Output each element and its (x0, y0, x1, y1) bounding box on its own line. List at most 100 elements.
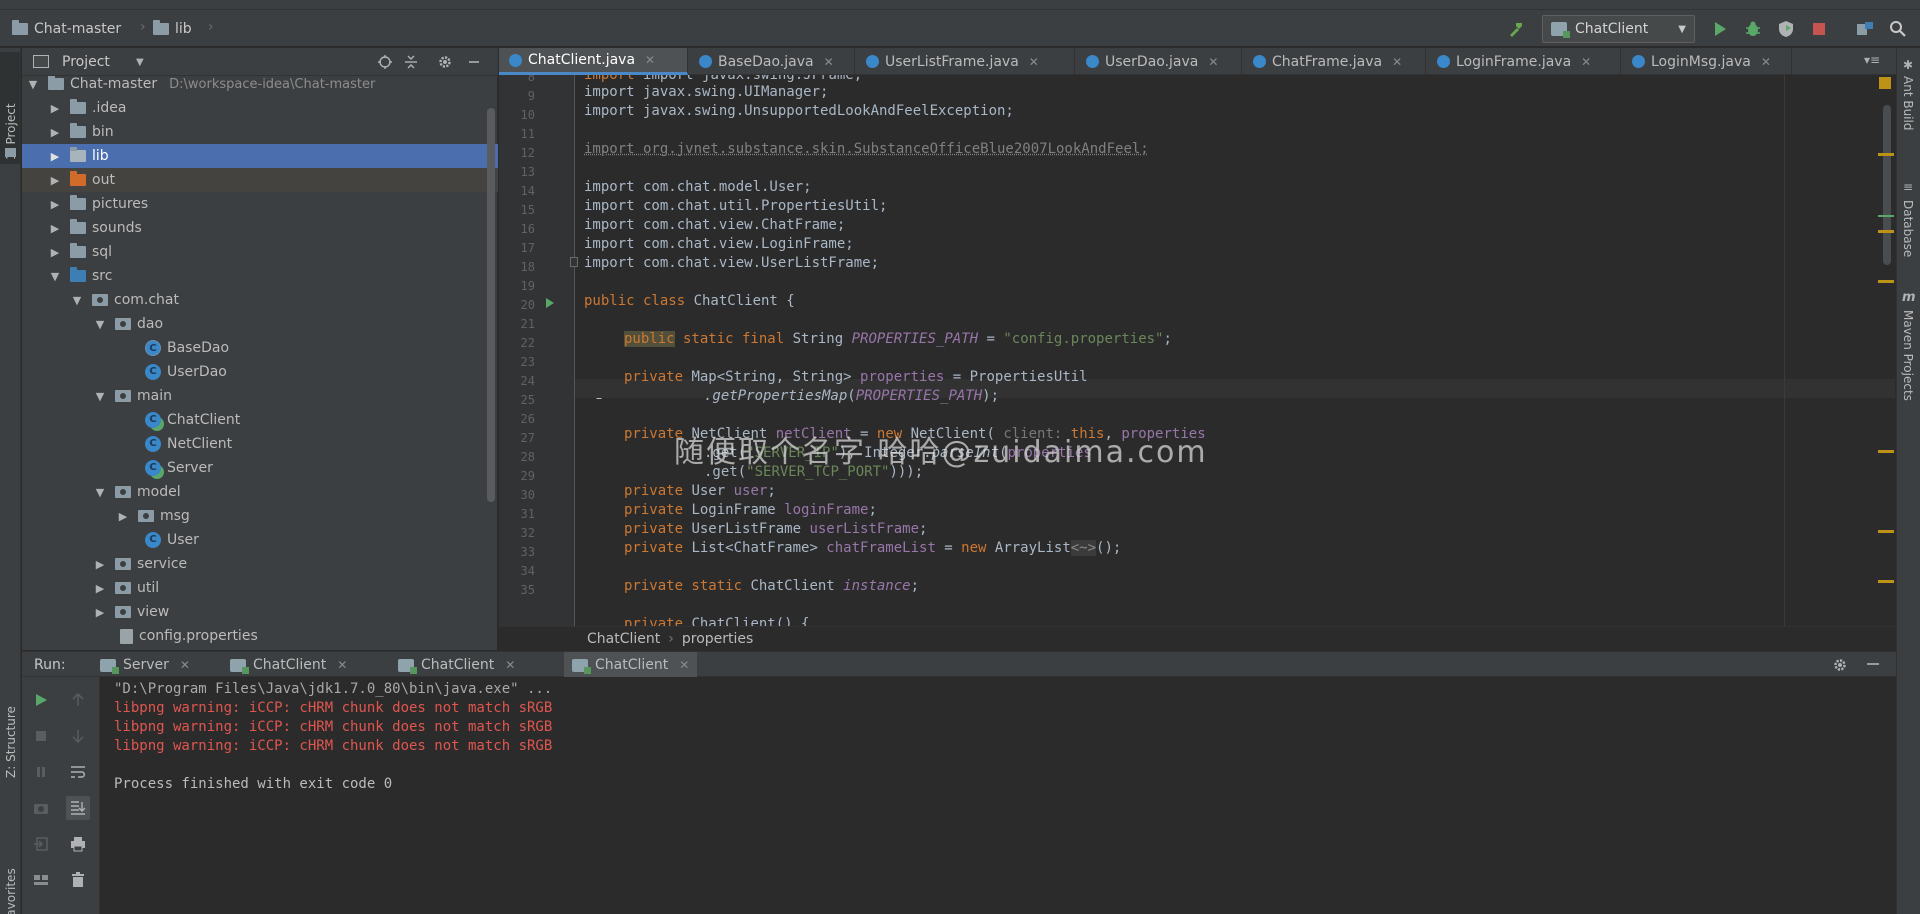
error-stripe-mark[interactable] (1878, 215, 1894, 217)
expanded-arrow-icon[interactable]: ▼ (93, 318, 107, 331)
close-icon[interactable]: ✕ (1029, 55, 1039, 69)
project-panel-title[interactable]: Project (62, 54, 110, 70)
close-icon[interactable]: ✕ (337, 658, 347, 672)
tab-chatclient-java[interactable]: ChatClient.java ✕ (499, 48, 688, 75)
error-stripe-mark[interactable] (1878, 230, 1894, 233)
tree-item-idea[interactable]: ▶ .idea (22, 96, 498, 120)
arrow-up-icon[interactable] (67, 689, 89, 711)
gear-icon[interactable] (1832, 657, 1848, 677)
error-stripe-mark[interactable] (1878, 280, 1894, 283)
tree-item-lib[interactable]: ▶ lib (22, 144, 498, 168)
tree-item-config-properties[interactable]: config.properties (22, 624, 498, 648)
collapse-all-icon[interactable] (402, 53, 420, 71)
run-tab-chatclient-1[interactable]: ChatClient ✕ (230, 652, 347, 678)
collapsed-arrow-icon[interactable]: ▶ (48, 102, 62, 115)
tree-item-basedao[interactable]: C BaseDao (22, 336, 498, 360)
ant-build-tool-label[interactable]: Ant Build (1901, 76, 1915, 130)
soft-wrap-icon[interactable] (67, 761, 89, 783)
search-icon[interactable] (1887, 18, 1909, 40)
tree-item-main[interactable]: ▼ main (22, 384, 498, 408)
scroll-to-end-icon[interactable] (66, 796, 90, 820)
tree-item-src[interactable]: ▼ src (22, 264, 498, 288)
collapsed-arrow-icon[interactable]: ▶ (93, 582, 107, 595)
pause-icon[interactable] (30, 761, 52, 783)
favorites-tool-label[interactable]: 2: Favorites (4, 868, 18, 914)
tree-item-userdao[interactable]: C UserDao (22, 360, 498, 384)
stop-icon[interactable] (1808, 18, 1830, 40)
tree-item-out[interactable]: ▶ out (22, 168, 498, 192)
breadcrumb-lib[interactable]: lib (153, 19, 192, 39)
error-stripe-mark[interactable] (1878, 580, 1894, 583)
run-tab-chatclient-2[interactable]: ChatClient ✕ (398, 652, 515, 678)
tree-scrollbar[interactable] (487, 108, 495, 502)
collapsed-arrow-icon[interactable]: ▶ (48, 198, 62, 211)
close-icon[interactable]: ✕ (824, 55, 834, 69)
gear-icon[interactable] (436, 53, 454, 71)
fold-marker-icon[interactable] (570, 257, 578, 267)
breadcrumb-member[interactable]: properties (682, 631, 753, 647)
collapsed-arrow-icon[interactable]: ▶ (48, 222, 62, 235)
tree-item-dao[interactable]: ▼ dao (22, 312, 498, 336)
tab-list-menu-icon[interactable]: ▾≡ (1864, 53, 1880, 67)
close-icon[interactable]: ✕ (1581, 55, 1591, 69)
close-icon[interactable]: ✕ (679, 658, 689, 672)
run-tab-chatclient-3[interactable]: ChatClient ✕ (564, 652, 697, 678)
chevron-down-icon[interactable]: ▼ (136, 57, 144, 68)
tree-item-user[interactable]: C User (22, 528, 498, 552)
breadcrumb-class[interactable]: ChatClient (587, 631, 660, 647)
tree-item-model[interactable]: ▼ model (22, 480, 498, 504)
camera-icon[interactable] (30, 797, 52, 819)
coverage-shield-icon[interactable] (1775, 18, 1797, 40)
tree-item-pictures[interactable]: ▶ pictures (22, 192, 498, 216)
collapsed-arrow-icon[interactable]: ▶ (93, 606, 107, 619)
layout-icon[interactable] (30, 869, 52, 891)
close-icon[interactable]: ✕ (1208, 55, 1218, 69)
run-gutter-icon[interactable] (545, 297, 555, 313)
run-icon[interactable] (1709, 18, 1731, 40)
breadcrumb-project[interactable]: Chat-master (12, 19, 121, 39)
trash-icon[interactable] (67, 869, 89, 891)
structure-tool-label[interactable]: Z: Structure (4, 706, 18, 778)
close-icon[interactable]: ✕ (1761, 55, 1771, 69)
tab-chatframe-java[interactable]: ChatFrame.java ✕ (1243, 48, 1426, 75)
maven-projects-tool-label[interactable]: Maven Projects (1901, 310, 1915, 401)
collapsed-arrow-icon[interactable]: ▶ (48, 246, 62, 259)
close-icon[interactable]: ✕ (645, 53, 655, 67)
tree-item-netclient[interactable]: C NetClient (22, 432, 498, 456)
print-icon[interactable] (67, 833, 89, 855)
tab-loginmsg-java[interactable]: LoginMsg.java ✕ (1622, 48, 1792, 75)
tree-item-msg[interactable]: ▶ msg (22, 504, 498, 528)
tree-item-sounds[interactable]: ▶ sounds (22, 216, 498, 240)
expanded-arrow-icon[interactable]: ▼ (70, 294, 84, 307)
close-icon[interactable]: ✕ (505, 658, 515, 672)
expanded-arrow-icon[interactable]: ▼ (93, 390, 107, 403)
tree-item-sql[interactable]: ▶ sql (22, 240, 498, 264)
database-tool-label[interactable]: Database (1901, 200, 1915, 257)
expanded-arrow-icon[interactable]: ▼ (93, 486, 107, 499)
login-icon[interactable] (30, 833, 52, 855)
tree-item-view[interactable]: ▶ view (22, 600, 498, 624)
close-icon[interactable]: ✕ (180, 658, 190, 672)
project-structure-icon[interactable] (1854, 18, 1876, 40)
minimize-icon[interactable] (465, 53, 483, 71)
build-hammer-icon[interactable] (1505, 18, 1527, 40)
locate-target-icon[interactable] (376, 53, 394, 71)
tab-basedao-java[interactable]: BaseDao.java ✕ (689, 48, 855, 75)
tree-item-service[interactable]: ▶ service (22, 552, 498, 576)
tree-item-util[interactable]: ▶ util (22, 576, 498, 600)
stop-icon[interactable] (30, 725, 52, 747)
tab-loginframe-java[interactable]: LoginFrame.java ✕ (1427, 48, 1621, 75)
run-configuration-select[interactable]: ChatClient ▼ (1542, 15, 1695, 43)
tree-item-chatclient[interactable]: C ChatClient (22, 408, 498, 432)
tree-item-server[interactable]: C Server (22, 456, 498, 480)
close-icon[interactable]: ✕ (1392, 55, 1402, 69)
tab-userdao-java[interactable]: UserDao.java ✕ (1076, 48, 1242, 75)
expanded-arrow-icon[interactable]: ▼ (26, 78, 40, 91)
collapsed-arrow-icon[interactable]: ▶ (93, 558, 107, 571)
tree-item-bin[interactable]: ▶ bin (22, 120, 498, 144)
error-stripe-mark[interactable] (1878, 153, 1894, 156)
error-stripe-mark[interactable] (1878, 450, 1894, 453)
editor-scrollbar[interactable] (1883, 105, 1891, 265)
arrow-down-icon[interactable] (67, 725, 89, 747)
minimize-icon[interactable] (1866, 657, 1880, 675)
